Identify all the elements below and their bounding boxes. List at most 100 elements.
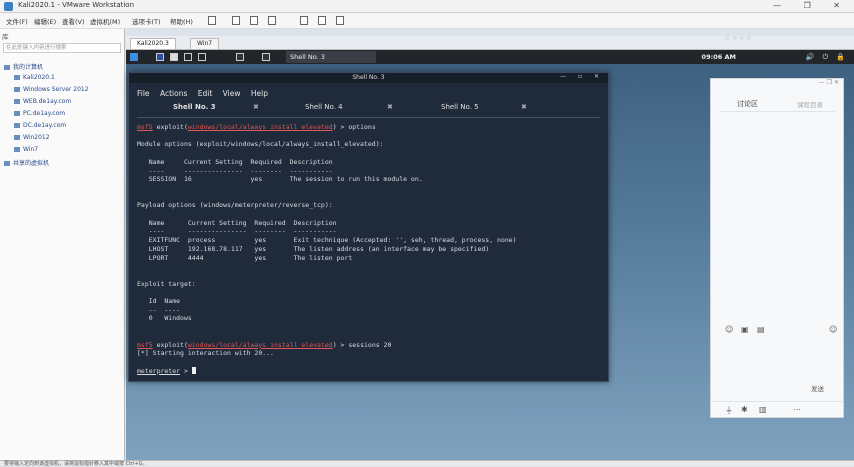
console-line: Module options (exploit/windows/local/al…: [137, 140, 384, 149]
menu-tabs[interactable]: 选项卡(T): [132, 16, 161, 26]
menu-vm[interactable]: 虚拟机(M): [90, 16, 120, 26]
side-discussion-panel: — ❐ ✕ 讨论区 课程目录 ☺ ▣ ▤ ☺ 发送 ⏚ ✱ ▥ ⋯: [710, 78, 844, 418]
tree-label: Windows Server 2012: [23, 86, 89, 93]
console-line: -- ----: [137, 305, 181, 314]
menu-file[interactable]: 文件(F): [6, 16, 28, 26]
terminal-window-controls[interactable]: — ▫ ✕: [560, 73, 604, 80]
tree-label: Win7: [23, 146, 39, 153]
workspace-4-icon[interactable]: [198, 53, 206, 61]
tree-vm-kali[interactable]: Kali2020.1: [14, 74, 55, 81]
more-icon[interactable]: ⋯: [793, 405, 801, 414]
prompt-msf: msf5: [137, 340, 153, 349]
console-line: EXITFUNC process yes Exit technique (Acc…: [137, 236, 517, 245]
tree-vm-win2012[interactable]: Win2012: [14, 134, 50, 141]
close-tab-icon[interactable]: ✖: [521, 103, 527, 111]
mic-icon[interactable]: ⏚: [725, 405, 733, 416]
console-line: SESSION 16 yes The session to run this m…: [137, 175, 423, 184]
box-icon[interactable]: ▥: [759, 405, 767, 414]
tree-vm-dc[interactable]: DC.de1ay.com: [14, 122, 66, 129]
menu-help[interactable]: 帮助(H): [170, 16, 193, 26]
terminal-tab-shell5[interactable]: Shell No. 5: [441, 103, 479, 111]
terminal-tab-shell3[interactable]: Shell No. 3: [173, 103, 216, 111]
snapshot-icon[interactable]: [232, 16, 240, 25]
console-line: Name Current Setting Required Descriptio…: [137, 218, 337, 227]
taskbar-terminal-entry[interactable]: Shell No. 3: [286, 51, 376, 63]
shared-icon: [4, 161, 10, 166]
tree-shared-vms[interactable]: 共享的虚拟机: [4, 158, 49, 167]
revert-icon[interactable]: [250, 16, 258, 25]
terminal-menu-actions[interactable]: Actions: [160, 89, 187, 98]
terminal-menu-edit[interactable]: Edit: [198, 89, 213, 98]
terminal-title: Shell No. 3: [129, 73, 608, 83]
gift-icon[interactable]: ✱: [741, 405, 748, 414]
tree-my-computer[interactable]: 我的计算机: [4, 62, 43, 71]
console-line: 0 Windows: [137, 314, 192, 323]
send-button[interactable]: 发送: [811, 383, 824, 393]
tray-icons[interactable]: 🔊 ⏻ 🔒: [806, 53, 848, 62]
kali-menu-icon[interactable]: [130, 53, 138, 61]
tab-discussion[interactable]: 讨论区: [737, 99, 758, 109]
tab-win7[interactable]: Win7: [190, 38, 220, 49]
menu-bar: 文件(F) 编辑(E) 查看(V) 虚拟机(M) 选项卡(T) 帮助(H): [0, 13, 854, 29]
vm-icon: [14, 147, 20, 152]
terminal-menu-file[interactable]: File: [137, 89, 150, 98]
vm-icon: [14, 111, 20, 116]
console-line: Id Name: [137, 297, 181, 306]
tree-label: 共享的虚拟机: [13, 160, 50, 167]
screenshot-icon[interactable]: ▤: [757, 325, 765, 334]
console-line: msf5 exploit(windows/local/always_instal…: [137, 123, 602, 132]
tree-vm-web[interactable]: WEB.de1ay.com: [14, 98, 71, 105]
unity-icon[interactable]: [318, 16, 326, 25]
computer-icon: [4, 65, 10, 70]
vm-icon: [14, 99, 20, 104]
vm-icon: [14, 75, 20, 80]
tree-vm-win-server[interactable]: Windows Server 2012: [14, 86, 89, 93]
workspace-1-icon[interactable]: [156, 53, 164, 61]
side-panel-divider: [719, 111, 835, 112]
terminal-console-output[interactable]: msf5 exploit(windows/local/always_instal…: [137, 123, 602, 378]
terminal-menu-view[interactable]: View: [223, 89, 241, 98]
console-line: Name Current Setting Required Descriptio…: [137, 157, 333, 166]
window-controls[interactable]: — ❐ ✕: [773, 1, 850, 10]
vm-icon: [14, 135, 20, 140]
terminal-window[interactable]: Shell No. 3 — ▫ ✕ File Actions Edit View…: [128, 72, 609, 382]
workspace-3-icon[interactable]: [184, 53, 192, 61]
console-view-icon[interactable]: [336, 16, 344, 25]
tab-kali[interactable]: Kali2020.3: [130, 38, 176, 49]
clock: 09:06 AM: [701, 53, 736, 61]
pause-icon[interactable]: [208, 16, 216, 25]
side-panel-controls[interactable]: — ❐ ✕: [711, 79, 843, 87]
emoji-icon[interactable]: ☺: [725, 325, 733, 334]
tree-vm-pc[interactable]: PC.de1ay.com: [14, 110, 65, 117]
terminal-launcher-icon[interactable]: [236, 53, 244, 61]
fullscreen-icon[interactable]: [300, 16, 308, 25]
status-bar: 要将输入定向到该虚拟机，请将鼠标指针移入其中或按 Ctrl+G。: [0, 460, 854, 467]
close-tab-icon[interactable]: ✖: [253, 103, 259, 111]
image-icon[interactable]: ▣: [741, 325, 749, 334]
menu-edit[interactable]: 编辑(E): [34, 16, 56, 26]
close-tab-icon[interactable]: ✖: [387, 103, 393, 111]
side-panel-toolbar: ⏚ ✱ ▥ ⋯: [711, 401, 843, 417]
prompt-module: windows/local/always_install_elevated: [187, 123, 333, 131]
workspace-2-icon[interactable]: [170, 53, 178, 61]
menu-view[interactable]: 查看(V): [62, 16, 85, 26]
window-title: Kali2020.1 - VMware Workstation: [18, 1, 135, 9]
tab-course-catalog[interactable]: 课程目录: [797, 99, 823, 109]
console-line: LHOST 192.168.78.117 yes The listen addr…: [137, 244, 490, 253]
terminal-menu-help[interactable]: Help: [251, 89, 268, 98]
library-search-input[interactable]: 在此处键入内容进行搜索: [3, 43, 121, 53]
tree-vm-win7[interactable]: Win7: [14, 146, 38, 153]
kali-watermark-logo: ⚔ ⟡ ⟡ ⟡: [724, 34, 751, 42]
terminal-tab-shell4[interactable]: Shell No. 4: [305, 103, 343, 111]
manage-snapshot-icon[interactable]: [268, 16, 276, 25]
emoji-icon[interactable]: ☺: [829, 325, 837, 334]
prompt-command: ) > sessions 20: [332, 340, 392, 349]
task-1-icon[interactable]: [262, 53, 270, 61]
